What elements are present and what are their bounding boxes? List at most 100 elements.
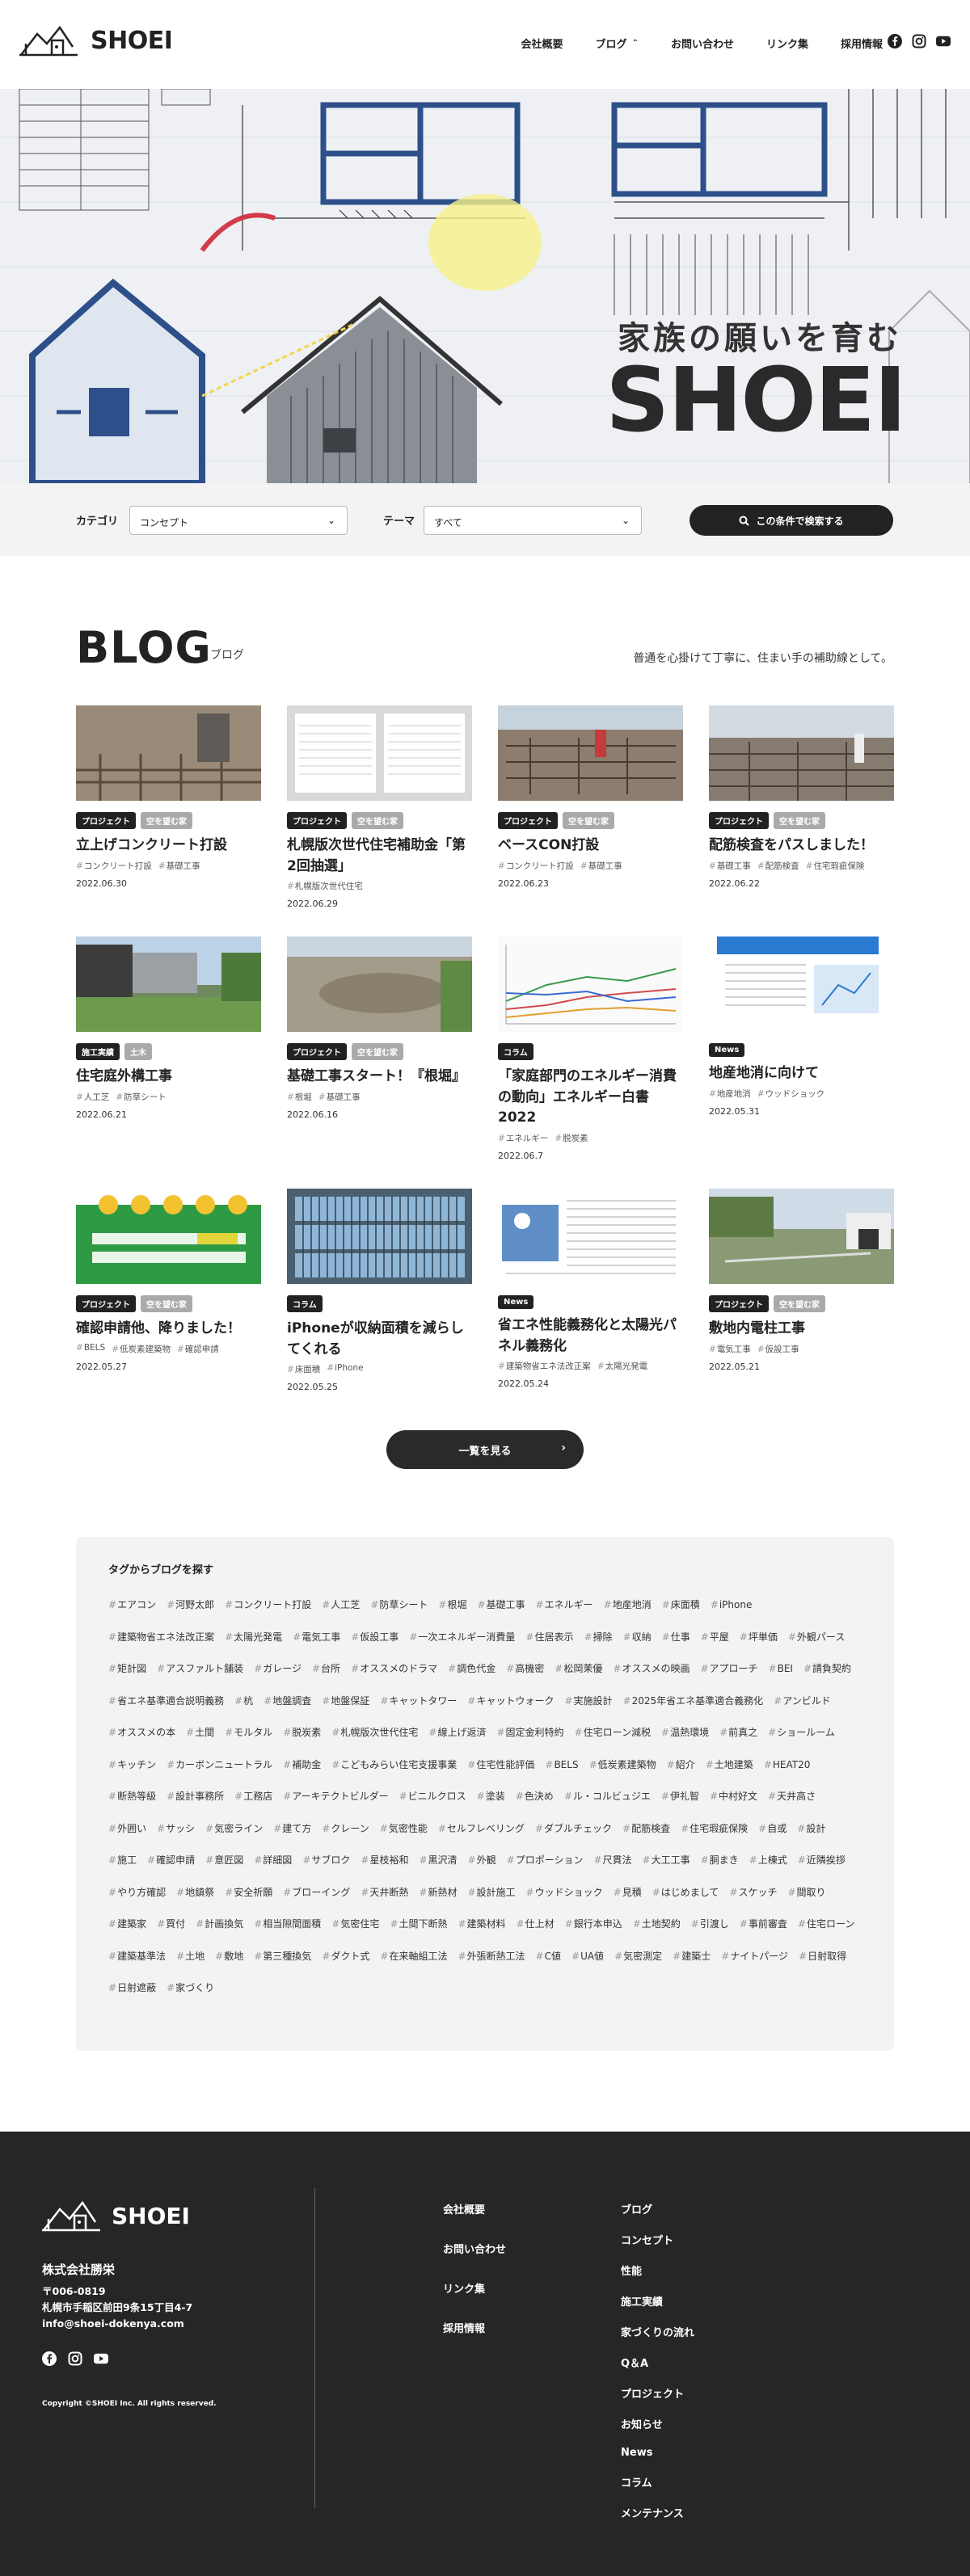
view-all-button[interactable]: 一覧を見る › (386, 1430, 584, 1469)
tag-link[interactable]: 仕事 (662, 1622, 690, 1654)
nav-links[interactable]: リンク集 (766, 36, 808, 51)
tag-link[interactable]: 星枝裕和 (361, 1845, 408, 1877)
tag-link[interactable]: 建築基準法 (108, 1941, 166, 1973)
tag-link[interactable]: 地盤保証 (322, 1686, 369, 1718)
post-tag[interactable]: コンクリート打設 (498, 860, 574, 872)
tag-link[interactable]: 家づくり (167, 1972, 214, 2005)
footer-nav-notice[interactable]: お知らせ (621, 2416, 694, 2431)
tag-link[interactable]: オススメの映画 (613, 1653, 690, 1686)
tag-link[interactable]: アスファルト舗装 (157, 1653, 243, 1686)
post-tag[interactable]: 地産地消 (709, 1088, 751, 1100)
category-select[interactable]: コンセプト ⌄ (129, 506, 348, 535)
tag-link[interactable]: 地産地消 (604, 1589, 652, 1622)
tag-link[interactable]: 大工工事 (643, 1845, 690, 1877)
tag-link[interactable]: C値 (536, 1941, 561, 1973)
facebook-icon[interactable] (888, 34, 902, 48)
tag-link[interactable]: 調色代金 (448, 1653, 496, 1686)
tag-link[interactable]: 事前審査 (740, 1909, 787, 1941)
tag-link[interactable]: 請負契約 (803, 1653, 851, 1686)
tag-link[interactable]: エアコン (108, 1589, 156, 1622)
tag-link[interactable]: 銀行本申込 (565, 1909, 622, 1941)
post-tag[interactable]: 電気工事 (709, 1343, 751, 1355)
tag-link[interactable]: 外観パース (788, 1622, 845, 1654)
tag-link[interactable]: 建築士 (673, 1941, 711, 1973)
post-card[interactable]: 施工実績土木 住宅庭外構工事 人工芝防草シート 2022.06.21 (76, 937, 261, 1161)
email-link[interactable]: info@shoei-dokenya.com (42, 2317, 184, 2330)
tag-link[interactable]: 建築材料 (458, 1909, 506, 1941)
post-tag[interactable]: 防草シート (116, 1091, 167, 1103)
tag-link[interactable]: 気密ライン (205, 1813, 263, 1846)
tag-link[interactable]: 上棟式 (749, 1845, 787, 1877)
tag-link[interactable]: 気密住宅 (331, 1909, 379, 1941)
post-tag[interactable]: ウッドショック (757, 1088, 825, 1100)
tag-link[interactable]: 建築家 (108, 1909, 146, 1941)
post-card[interactable]: プロジェクト空を望む家 ベースCON打設 コンクリート打設基礎工事 2022.0… (498, 705, 683, 909)
tag-link[interactable]: 第三種換気 (254, 1941, 311, 1973)
post-tag[interactable]: BELS (76, 1343, 105, 1355)
tag-link[interactable]: やり方確認 (108, 1877, 166, 1909)
tag-link[interactable]: 前真之 (719, 1717, 757, 1749)
tag-link[interactable]: セルフレベリング (438, 1813, 525, 1846)
post-tag[interactable]: エネルギー (498, 1132, 549, 1144)
tag-link[interactable]: アプローチ (700, 1653, 758, 1686)
tag-link[interactable]: 新熱材 (419, 1877, 457, 1909)
post-tag[interactable]: 基礎工事 (318, 1091, 361, 1103)
footer-nav-news[interactable]: News (621, 2447, 694, 2459)
nav-recruit[interactable]: 採用情報 (841, 36, 883, 51)
tag-link[interactable]: 日射遮蔽 (108, 1972, 156, 2005)
instagram-icon[interactable] (68, 2351, 82, 2366)
tag-link[interactable]: ビニルクロス (399, 1781, 466, 1813)
tag-link[interactable]: 防草シート (370, 1589, 428, 1622)
tag-link[interactable]: 矩計図 (108, 1653, 146, 1686)
post-card[interactable]: News 省エネ性能義務化と太陽光パネル義務化 建築物省エネ法改正案太陽光発電 … (498, 1189, 683, 1392)
tag-link[interactable]: 自或 (758, 1813, 787, 1846)
tag-link[interactable]: 天井高さ (768, 1781, 816, 1813)
tag-link[interactable]: 基礎工事 (477, 1589, 525, 1622)
tag-link[interactable]: 脱炭素 (283, 1717, 321, 1749)
instagram-icon[interactable] (912, 34, 926, 48)
tag-link[interactable]: ダクト式 (322, 1941, 369, 1973)
post-tag[interactable]: 太陽光発電 (597, 1360, 648, 1372)
tag-link[interactable]: 設計施工 (467, 1877, 516, 1909)
post-tag[interactable]: 確認申請 (177, 1343, 219, 1355)
post-card[interactable]: プロジェクト空を望む家 札幌版次世代住宅補助金「第2回抽選」 札幌版次世代住宅 … (287, 705, 472, 909)
tag-link[interactable]: 胴まき (701, 1845, 739, 1877)
nav-contact[interactable]: お問い合わせ (671, 36, 734, 51)
tag-link[interactable]: ショールーム (768, 1717, 835, 1749)
tag-link[interactable]: 補助金 (283, 1749, 321, 1782)
tag-link[interactable]: 実施設計 (564, 1686, 613, 1718)
tag-link[interactable]: 床面積 (662, 1589, 700, 1622)
tag-link[interactable]: BEI (769, 1653, 793, 1686)
tag-link[interactable]: 根堀 (438, 1589, 466, 1622)
tag-link[interactable]: 住居表示 (525, 1622, 573, 1654)
post-tag[interactable]: 床面積 (287, 1363, 321, 1375)
tag-link[interactable]: 人工芝 (322, 1589, 360, 1622)
post-tag[interactable]: 住宅瑕疵保険 (806, 860, 864, 872)
tag-link[interactable]: 仮設工事 (351, 1622, 399, 1654)
tag-link[interactable]: 尺貫法 (593, 1845, 632, 1877)
tag-link[interactable]: 外囲い (108, 1813, 146, 1846)
post-tag[interactable]: 基礎工事 (709, 860, 751, 872)
tag-link[interactable]: 住宅性能評価 (467, 1749, 534, 1782)
tag-link[interactable]: 住宅ローン減税 (575, 1717, 651, 1749)
footer-nav-performance[interactable]: 性能 (621, 2262, 694, 2278)
post-tag[interactable]: 基礎工事 (158, 860, 200, 872)
footer-nav-works[interactable]: 施工実績 (621, 2293, 694, 2309)
post-tag[interactable]: 低炭素建築物 (112, 1343, 171, 1355)
tag-link[interactable]: 中村好文 (710, 1781, 757, 1813)
tag-link[interactable]: サッシ (157, 1813, 195, 1846)
post-card[interactable]: News 地産地消に向けて 地産地消ウッドショック 2022.05.31 (709, 937, 894, 1161)
post-tag[interactable]: コンクリート打設 (76, 860, 152, 872)
tag-link[interactable]: はじめまして (652, 1877, 719, 1909)
tag-link[interactable]: 掃除 (584, 1622, 613, 1654)
tag-link[interactable]: ナイトパージ (721, 1941, 788, 1973)
post-card[interactable]: コラム 「家庭部門のエネルギー消費の動向」エネルギー白書2022 エネルギー脱炭… (498, 937, 683, 1161)
tag-link[interactable]: キャットタワー (380, 1686, 457, 1718)
tag-link[interactable]: 近隣挨拶 (798, 1845, 846, 1877)
tag-link[interactable]: 固定金利特約 (496, 1717, 564, 1749)
tag-link[interactable]: 気密性能 (380, 1813, 428, 1846)
tag-link[interactable]: モルタル (225, 1717, 272, 1749)
tag-link[interactable]: 買付 (157, 1909, 185, 1941)
tag-link[interactable]: 台所 (312, 1653, 340, 1686)
footer-nav-company[interactable]: 会社概要 (443, 2201, 506, 2216)
